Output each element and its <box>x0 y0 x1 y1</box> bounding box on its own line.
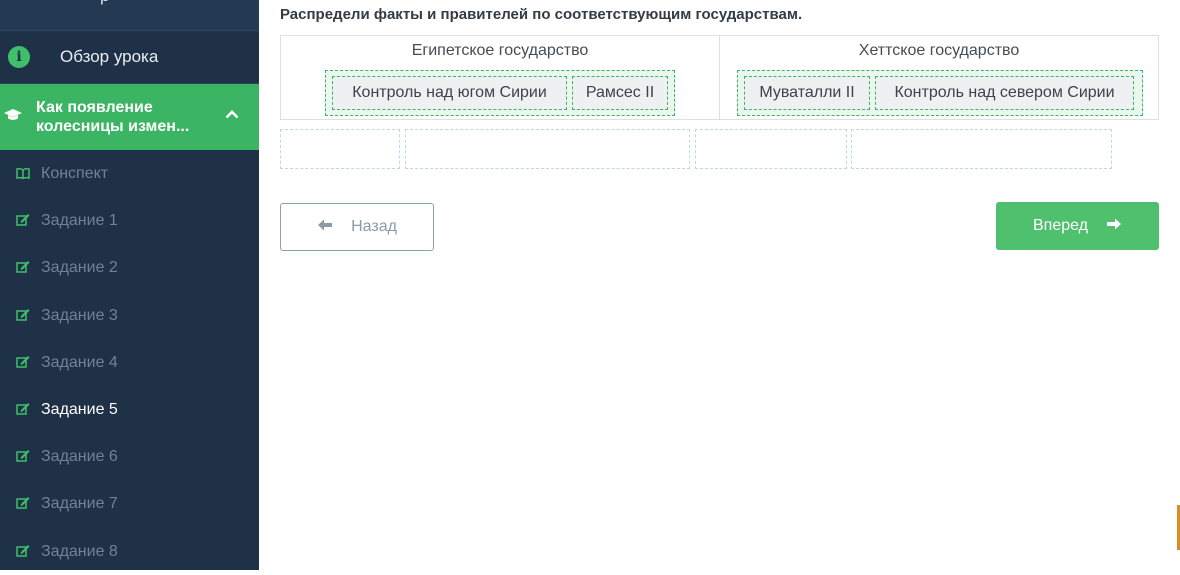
sidebar-item-konspekt[interactable]: Конспект <box>0 150 259 197</box>
empty-source-slot <box>405 129 690 169</box>
edit-icon <box>14 449 32 465</box>
sidebar-item-label: Задание 7 <box>41 494 118 512</box>
arrow-right-icon <box>1106 217 1122 236</box>
graduation-cap-icon <box>2 108 24 127</box>
empty-source-slot <box>851 129 1112 169</box>
sidebar-item-label: Задание 5 <box>41 400 118 418</box>
sidebar: р i Обзор урока Как появление колесницы … <box>0 0 259 570</box>
next-button[interactable]: Вперед <box>996 202 1159 250</box>
sidebar-item-label: Задание 1 <box>41 211 118 229</box>
sidebar-item-task-3[interactable]: Задание 3 <box>0 292 259 339</box>
sorting-table: Египетское государство Контроль над югом… <box>280 35 1159 120</box>
sidebar-item-task-4[interactable]: Задание 4 <box>0 339 259 386</box>
sidebar-top-label: р <box>100 0 109 6</box>
sidebar-item-label: Задание 4 <box>41 353 118 371</box>
lesson-title: Как появление колесницы измен... <box>36 99 190 135</box>
answer-chip[interactable]: Рамсес II <box>572 76 668 110</box>
arrow-left-icon <box>317 218 333 237</box>
answer-chip[interactable]: Муваталли II <box>744 76 870 110</box>
next-button-label: Вперед <box>1032 217 1088 234</box>
sidebar-item-label: Задание 2 <box>41 258 118 276</box>
chevron-up-icon[interactable] <box>225 106 239 123</box>
column-title: Хеттское государство <box>858 42 1020 59</box>
answer-chip[interactable]: Контроль над севером Сирии <box>875 76 1134 110</box>
column-egypt: Египетское государство Контроль над югом… <box>281 36 720 119</box>
back-button-label: Назад <box>351 218 397 235</box>
sidebar-item-task-7[interactable]: Задание 7 <box>0 480 259 527</box>
info-icon: i <box>8 46 30 68</box>
edit-icon <box>14 402 32 418</box>
sidebar-item-task-1[interactable]: Задание 1 <box>0 197 259 244</box>
edit-icon <box>14 355 32 371</box>
task-instruction: Распредели факты и правителей по соответ… <box>280 6 803 23</box>
drop-zone-hittite[interactable]: Муваталли II Контроль над севером Сирии <box>737 70 1143 116</box>
drop-zone-egypt[interactable]: Контроль над югом Сирии Рамсес II <box>325 70 675 116</box>
sidebar-item-label: Задание 3 <box>41 306 118 324</box>
edit-icon <box>14 496 32 512</box>
column-hittite: Хеттское государство Муваталли II Контро… <box>720 36 1158 119</box>
sidebar-item-overview[interactable]: i Обзор урока <box>0 31 259 84</box>
column-title: Египетское государство <box>411 42 589 59</box>
edit-icon <box>14 544 32 560</box>
answer-chip[interactable]: Контроль над югом Сирии <box>332 76 567 110</box>
sidebar-item-task-6[interactable]: Задание 6 <box>0 433 259 480</box>
sidebar-item-label: Конспект <box>41 164 109 182</box>
sidebar-item-task-8[interactable]: Задание 8 <box>0 528 259 575</box>
sidebar-item-label: Задание 8 <box>41 542 118 560</box>
sidebar-lesson-header[interactable]: Как появление колесницы измен... <box>0 84 259 150</box>
empty-source-slot <box>695 129 847 169</box>
edit-icon <box>14 308 32 324</box>
sidebar-item-task-5[interactable]: Задание 5 <box>0 386 259 433</box>
sidebar-top-item[interactable]: р <box>0 0 259 31</box>
edit-icon <box>14 213 32 229</box>
empty-source-slot <box>280 129 400 169</box>
edit-icon <box>14 260 32 276</box>
sidebar-item-label: Задание 6 <box>41 447 118 465</box>
sidebar-item-label: Обзор урока <box>60 47 159 66</box>
book-icon <box>14 166 32 182</box>
sidebar-item-task-2[interactable]: Задание 2 <box>0 244 259 291</box>
back-button[interactable]: Назад <box>280 203 434 251</box>
